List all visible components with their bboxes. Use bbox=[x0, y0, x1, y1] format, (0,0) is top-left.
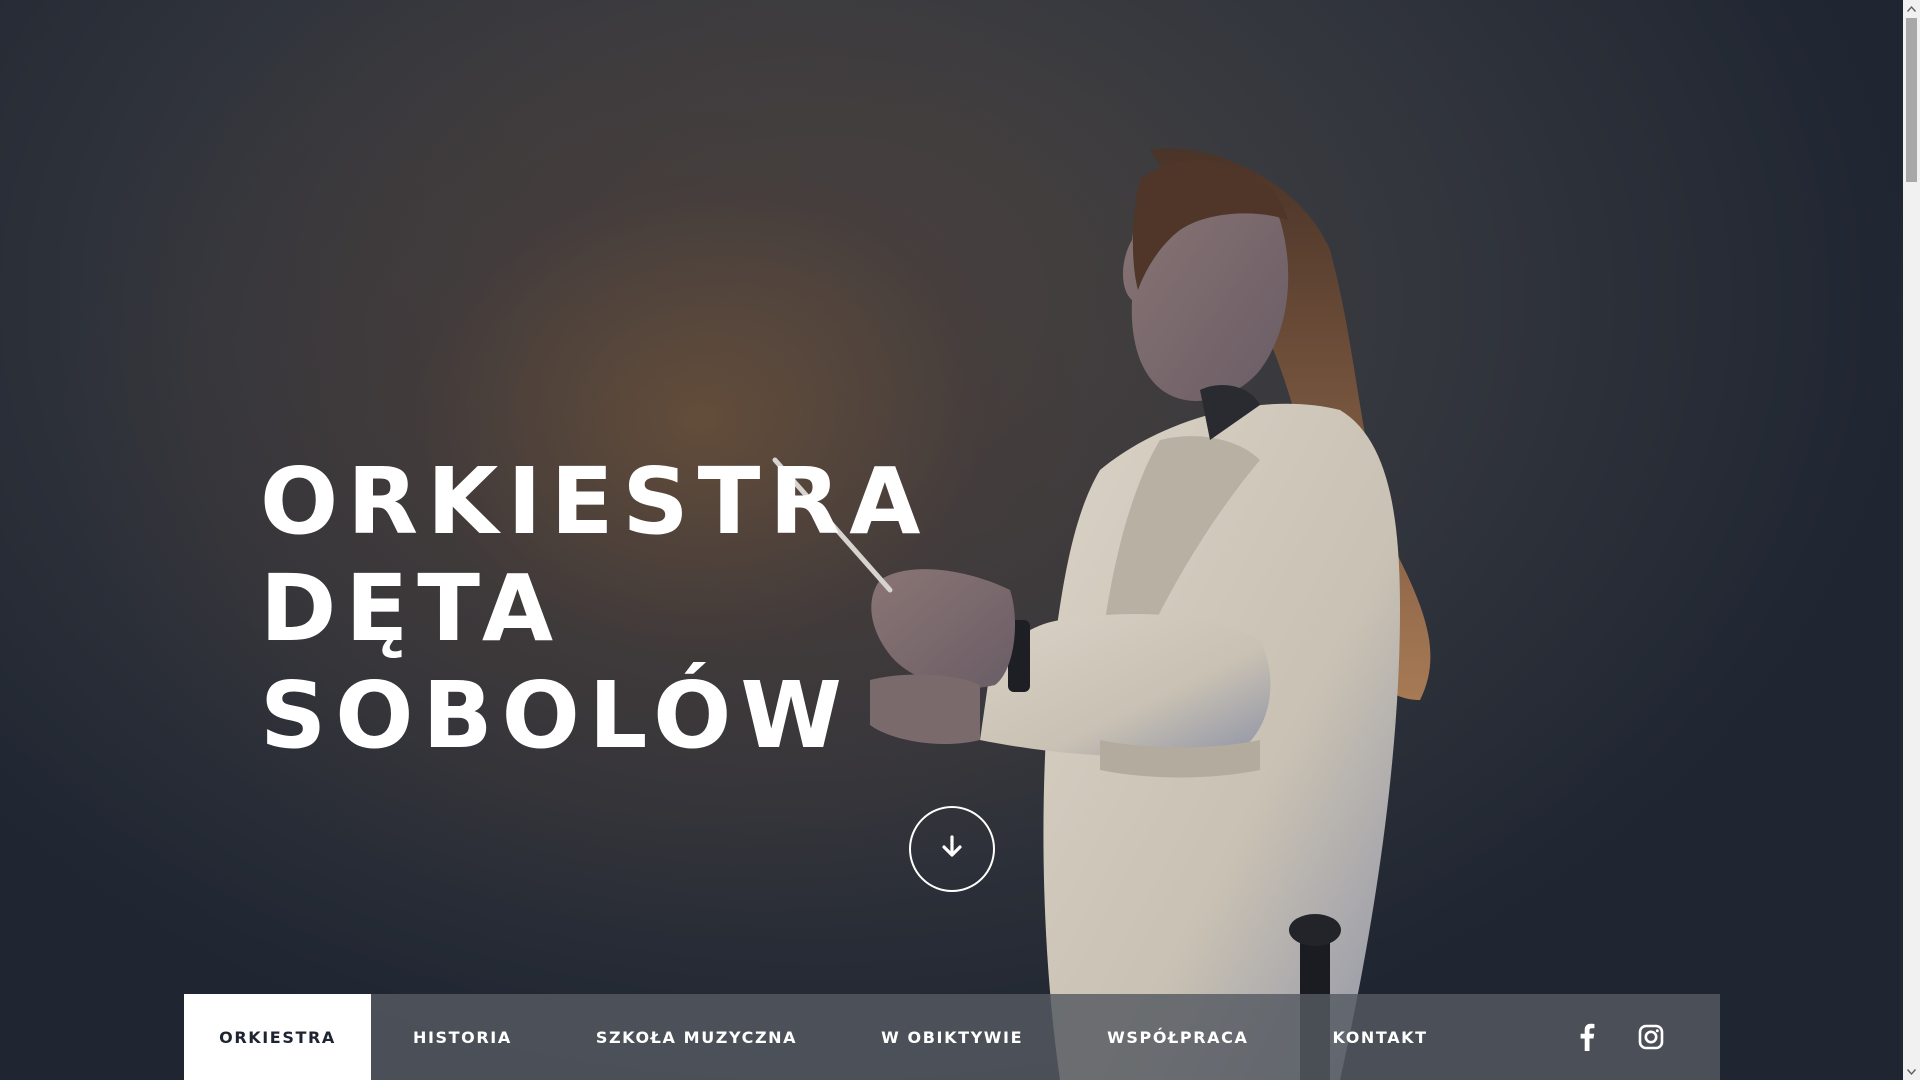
scroll-up-arrow-icon[interactable] bbox=[1903, 0, 1920, 17]
nav-item-wspolpraca[interactable]: WSPÓŁPRACA bbox=[1065, 994, 1290, 1080]
nav-item-label: SZKOŁA MUZYCZNA bbox=[595, 1027, 798, 1047]
nav-item-label: ORKIESTRA bbox=[219, 1027, 336, 1047]
nav-item-szkola-muzyczna[interactable]: SZKOŁA MUZYCZNA bbox=[554, 994, 839, 1080]
main-navigation: ORKIESTRA HISTORIA SZKOŁA MUZYCZNA W OBI… bbox=[184, 994, 1720, 1080]
scroll-down-arrow-icon[interactable] bbox=[1903, 1063, 1920, 1080]
hero-title: ORKIESTRA DĘTA SOBOLÓW bbox=[260, 448, 929, 769]
scrollbar-thumb[interactable] bbox=[1906, 18, 1917, 182]
nav-item-w-obiektywie[interactable]: W OBIKTYWIE bbox=[839, 994, 1065, 1080]
social-links bbox=[1574, 994, 1720, 1080]
nav-item-label: W OBIKTYWIE bbox=[881, 1027, 1024, 1047]
nav-item-historia[interactable]: HISTORIA bbox=[371, 994, 554, 1080]
nav-item-label: HISTORIA bbox=[413, 1027, 512, 1047]
scroll-down-button[interactable] bbox=[909, 806, 995, 892]
hero-title-line: DĘTA bbox=[260, 555, 563, 662]
nav-item-label: WSPÓŁPRACA bbox=[1107, 1027, 1249, 1047]
nav-item-kontakt[interactable]: KONTAKT bbox=[1290, 994, 1469, 1080]
arrow-down-icon bbox=[939, 834, 965, 865]
nav-item-orkiestra[interactable]: ORKIESTRA bbox=[184, 994, 371, 1080]
page-scrollbar[interactable] bbox=[1903, 0, 1920, 1080]
hero-title-line: SOBOLÓW bbox=[260, 662, 851, 769]
hero-title-line: ORKIESTRA bbox=[260, 448, 930, 555]
page: ORKIESTRA DĘTA SOBOLÓW ORKIESTRA HISTORI… bbox=[0, 0, 1920, 1080]
hero-section: ORKIESTRA DĘTA SOBOLÓW ORKIESTRA HISTORI… bbox=[0, 0, 1903, 1080]
nav-item-label: KONTAKT bbox=[1332, 1027, 1428, 1047]
instagram-icon[interactable] bbox=[1638, 1024, 1664, 1050]
facebook-icon[interactable] bbox=[1574, 1023, 1600, 1051]
